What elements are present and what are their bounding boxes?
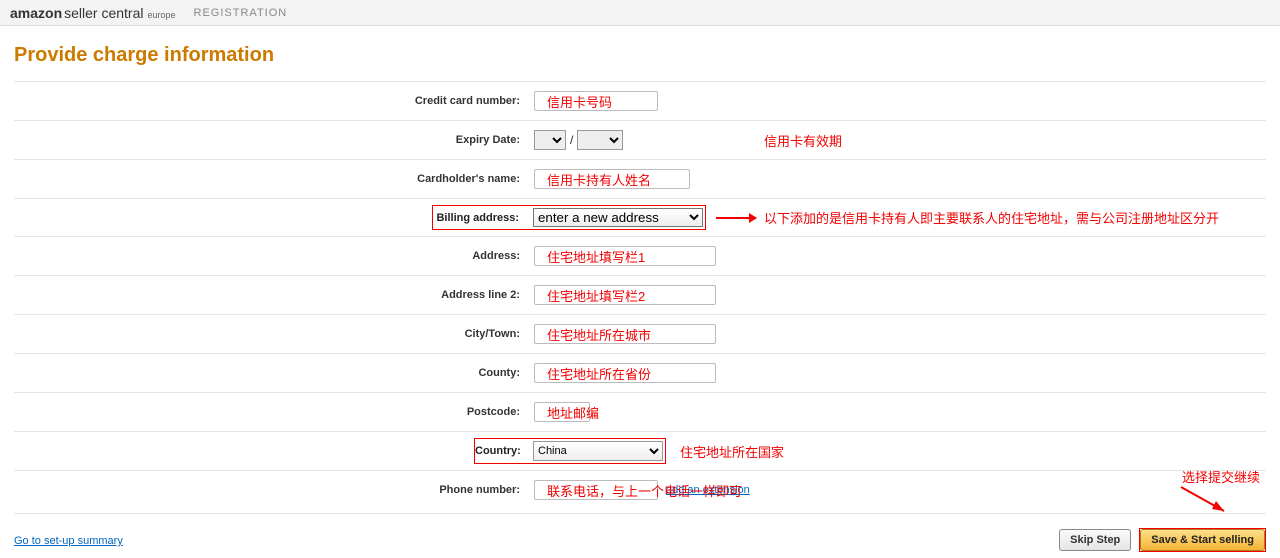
- row-card-number: Credit card number: 信用卡号码: [14, 81, 1266, 120]
- row-cardholder: Cardholder's name: 信用卡持有人姓名: [14, 159, 1266, 198]
- label-address: Address:: [14, 250, 534, 262]
- address-input[interactable]: [534, 246, 716, 266]
- brand-region: europe: [148, 10, 176, 20]
- brand-logo: amazon seller central europe: [10, 5, 176, 21]
- postcode-input[interactable]: [534, 402, 590, 422]
- expiry-separator: /: [570, 133, 573, 147]
- address2-input[interactable]: [534, 285, 716, 305]
- label-cardholder: Cardholder's name:: [14, 173, 534, 185]
- arrow-down-right-icon: [1176, 485, 1236, 519]
- label-county: County:: [14, 367, 534, 379]
- label-city: City/Town:: [14, 328, 534, 340]
- label-address2: Address line 2:: [14, 289, 534, 301]
- label-expiry: Expiry Date:: [14, 134, 534, 146]
- row-address2: Address line 2: 住宅地址填写栏2: [14, 275, 1266, 314]
- save-start-selling-button[interactable]: Save & Start selling: [1140, 529, 1265, 551]
- label-phone: Phone number:: [14, 484, 534, 496]
- label-country: Country:: [475, 445, 533, 457]
- row-phone: Phone number: add an extension 联系电话，与上一个…: [14, 470, 1266, 509]
- row-country: Country: China 住宅地址所在国家: [14, 431, 1266, 470]
- label-postcode: Postcode:: [14, 406, 534, 418]
- expiry-month-select[interactable]: [534, 130, 566, 150]
- add-extension-link[interactable]: add an extension: [666, 484, 750, 496]
- card-number-input[interactable]: [534, 91, 658, 111]
- header-registration: REGISTRATION: [194, 7, 288, 19]
- county-input[interactable]: [534, 363, 716, 383]
- billing-address-select[interactable]: enter a new address: [533, 208, 703, 227]
- skip-step-button[interactable]: Skip Step: [1059, 529, 1131, 551]
- brand-amazon: amazon: [10, 5, 62, 21]
- page-body: Provide charge information Credit card n…: [0, 44, 1280, 558]
- label-billing-address: Billing address:: [433, 212, 533, 224]
- phone-input[interactable]: [534, 480, 658, 500]
- row-postcode: Postcode: 地址邮编: [14, 392, 1266, 431]
- row-address: Address: 住宅地址填写栏1: [14, 236, 1266, 275]
- annot-expiry: 信用卡有效期: [764, 131, 842, 150]
- setup-summary-link[interactable]: Go to set-up summary: [14, 535, 123, 547]
- save-button-highlight: Save & Start selling: [1139, 528, 1266, 552]
- row-expiry: Expiry Date: / 信用卡有效期: [14, 120, 1266, 159]
- country-select[interactable]: China: [533, 441, 663, 461]
- cardholder-input[interactable]: [534, 169, 690, 189]
- row-city: City/Town: 住宅地址所在城市: [14, 314, 1266, 353]
- city-input[interactable]: [534, 324, 716, 344]
- annot-submit: 选择提交继续: [1182, 467, 1260, 486]
- annot-country: 住宅地址所在国家: [680, 442, 784, 461]
- top-bar: amazon seller central europe REGISTRATIO…: [0, 0, 1280, 26]
- label-card-number: Credit card number:: [14, 95, 534, 107]
- row-county: County: 住宅地址所在省份: [14, 353, 1266, 392]
- row-billing-address: Billing address: enter a new address 以下添…: [14, 198, 1266, 236]
- page-title: Provide charge information: [14, 44, 1266, 67]
- footer: Go to set-up summary Skip Step Save & St…: [14, 513, 1266, 558]
- brand-seller-central: seller central: [64, 5, 143, 21]
- expiry-year-select[interactable]: [577, 130, 623, 150]
- annot-billing: 以下添加的是信用卡持有人即主要联系人的住宅地址，需与公司注册地址区分开: [764, 208, 1219, 227]
- arrow-right-icon: [716, 217, 756, 219]
